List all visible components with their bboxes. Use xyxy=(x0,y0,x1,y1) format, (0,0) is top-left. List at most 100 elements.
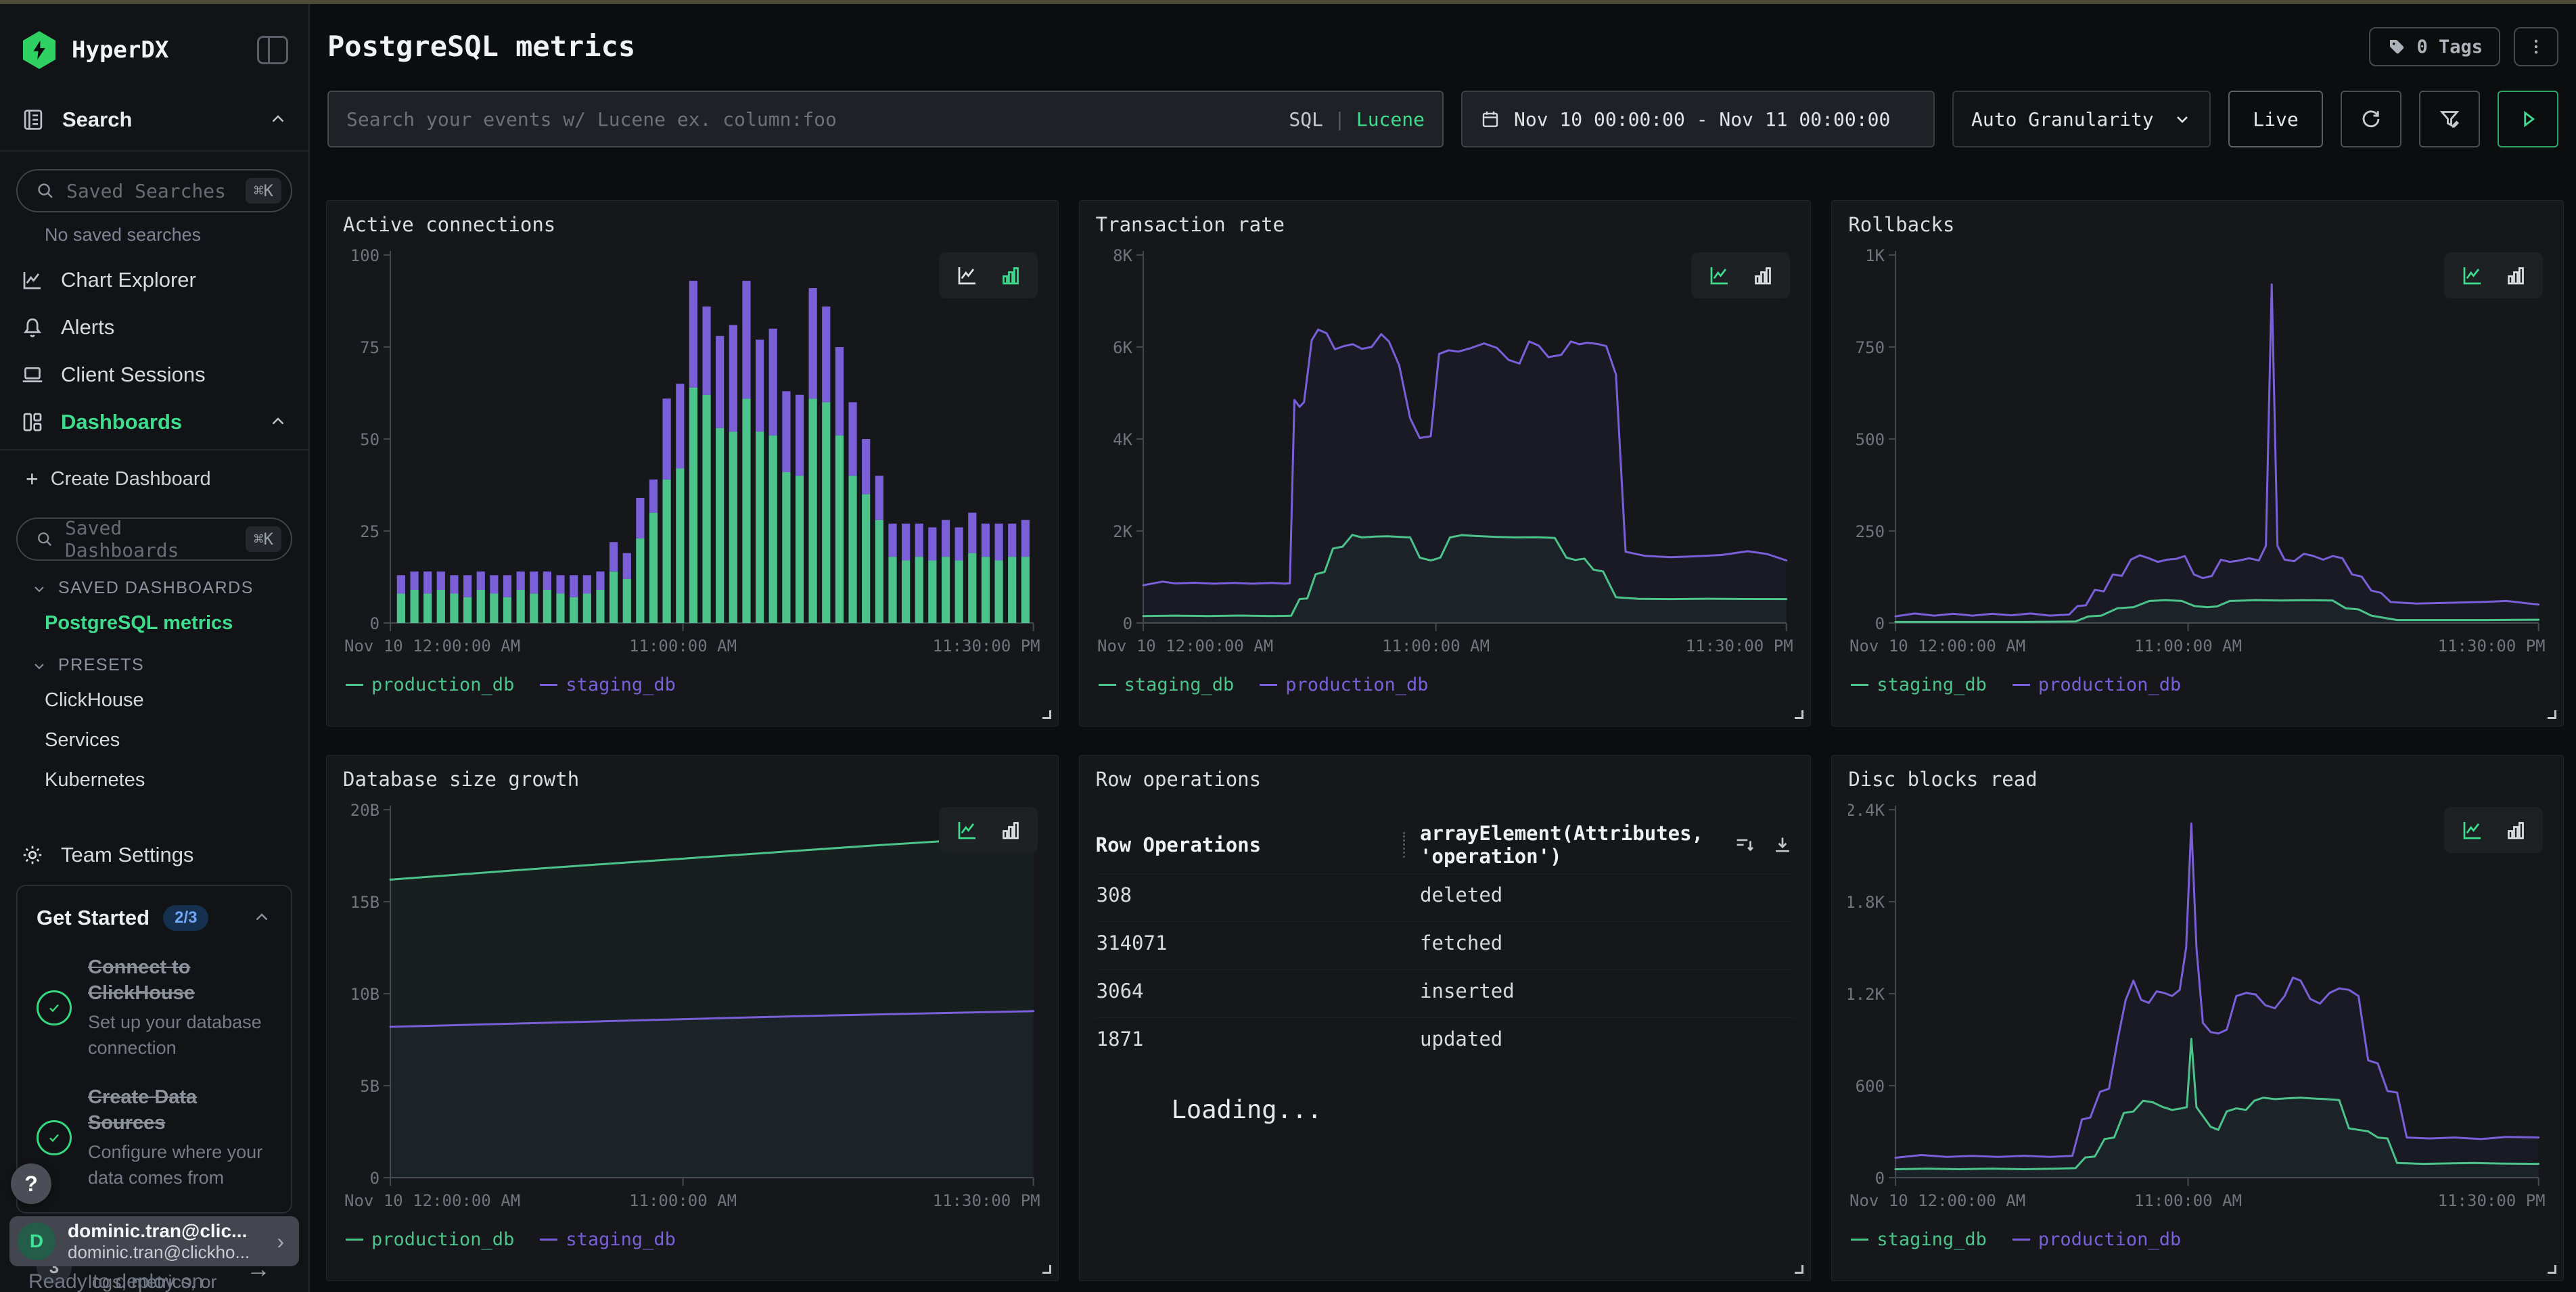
database-size-growth-chart[interactable]: 20B15B10B5B0Nov 10 12:00:00 AM11:00:00 A… xyxy=(343,798,1042,1212)
chart-title: Transaction rate xyxy=(1096,213,1795,236)
page-title: PostgreSQL metrics xyxy=(327,30,635,63)
user-account-button[interactable]: D dominic.tran@clic... dominic.tran@clic… xyxy=(9,1216,299,1266)
disc-blocks-read-chart[interactable]: 2.4K1.8K1.2K6000Nov 10 12:00:00 AM11:00:… xyxy=(1848,798,2547,1212)
legend-item[interactable]: production_db xyxy=(346,1229,514,1250)
table-row[interactable]: 314071 fetched xyxy=(1096,921,1795,964)
event-search-input[interactable]: Search your events w/ Lucene ex. column:… xyxy=(327,91,1444,147)
bar-chart-toggle-icon[interactable] xyxy=(2504,818,2528,842)
preset-clickhouse[interactable]: ClickHouse xyxy=(0,680,308,720)
get-started-header[interactable]: Get Started 2/3 xyxy=(37,905,272,931)
panel-menu-button[interactable] xyxy=(2514,27,2558,66)
granularity-select[interactable]: Auto Granularity xyxy=(1952,91,2211,147)
legend-item[interactable]: staging_db xyxy=(1851,674,1987,695)
table-row[interactable]: 3064 inserted xyxy=(1096,969,1795,1012)
legend-swatch xyxy=(2013,684,2030,686)
get-started-card: Get Started 2/3 Connect to ClickHouse Se… xyxy=(16,885,292,1214)
svg-text:Nov 10 12:00:00 AM: Nov 10 12:00:00 AM xyxy=(1097,637,1273,655)
chart-type-toggle xyxy=(1691,252,1790,298)
tags-button[interactable]: 0 Tags xyxy=(2369,27,2500,66)
mode-divider: | xyxy=(1334,108,1346,131)
chart-title: Rollbacks xyxy=(1848,213,2547,236)
line-chart-toggle-icon[interactable] xyxy=(1706,263,1733,287)
chevron-down-icon xyxy=(31,580,47,597)
column-header-row-operations[interactable]: Row Operations xyxy=(1096,833,1403,856)
lucene-mode-toggle[interactable]: Lucene xyxy=(1356,108,1425,131)
sql-mode-toggle[interactable]: SQL xyxy=(1289,108,1323,131)
get-started-step-connect[interactable]: Connect to ClickHouse Set up your databa… xyxy=(37,955,272,1061)
active-connections-chart[interactable]: 1007550250Nov 10 12:00:00 AM11:00:00 AM1… xyxy=(343,243,1042,657)
sidebar-item-alerts[interactable]: Alerts xyxy=(0,304,308,351)
svg-text:0: 0 xyxy=(1875,1169,1885,1188)
saved-dashboards-input[interactable]: Saved Dashboards ⌘K xyxy=(16,517,292,561)
run-query-button[interactable] xyxy=(2498,91,2558,147)
chart-type-toggle xyxy=(2444,252,2543,298)
section-presets[interactable]: PRESETS xyxy=(0,643,308,680)
legend-item[interactable]: staging_db xyxy=(540,674,676,695)
panel-transaction-rate: Transaction rate 8K6K4K2K0Nov 10 12:00:0… xyxy=(1079,200,1812,726)
svg-text:15B: 15B xyxy=(350,893,380,912)
bar-chart-toggle-icon[interactable] xyxy=(998,263,1023,287)
svg-text:250: 250 xyxy=(1856,522,1885,541)
journal-icon xyxy=(20,107,46,133)
date-range-value: Nov 10 00:00:00 - Nov 11 00:00:00 xyxy=(1514,108,1890,131)
sort-list-icon[interactable] xyxy=(1733,833,1756,856)
panel-resize-handle[interactable] xyxy=(1795,1265,1803,1274)
svg-text:4K: 4K xyxy=(1113,430,1132,449)
live-button[interactable]: Live xyxy=(2228,91,2323,147)
table-row[interactable]: 1871 updated xyxy=(1096,1017,1795,1060)
chart-title: Database size growth xyxy=(343,768,1042,791)
legend-item[interactable]: production_db xyxy=(346,674,514,695)
line-chart-toggle-icon[interactable] xyxy=(954,263,981,287)
chart-legend: staging_db production_db xyxy=(1099,674,1795,695)
refresh-button[interactable] xyxy=(2341,91,2401,147)
sidebar-collapse-icon[interactable] xyxy=(257,36,288,64)
saved-searches-input[interactable]: Saved Searches ⌘K xyxy=(16,169,292,212)
get-started-step-sources[interactable]: Create Data Sources Configure where your… xyxy=(37,1085,272,1191)
filter-button[interactable] xyxy=(2419,91,2480,147)
chevron-up-icon xyxy=(252,908,272,928)
preset-kubernetes[interactable]: Kubernetes xyxy=(0,760,308,800)
help-button[interactable]: ? xyxy=(11,1163,51,1204)
filter-funnel-icon xyxy=(2437,107,2462,131)
cell-operation: fetched xyxy=(1403,931,1794,954)
sidebar-item-search[interactable]: Search xyxy=(0,95,308,152)
sidebar-item-team-settings[interactable]: Team Settings xyxy=(0,831,308,879)
saved-dashboard-postgresql-metrics[interactable]: PostgreSQL metrics xyxy=(0,603,308,643)
legend-item[interactable]: production_db xyxy=(2013,1229,2181,1250)
bar-chart-toggle-icon[interactable] xyxy=(1751,263,1775,287)
chart-title: Active connections xyxy=(343,213,1042,236)
legend-item[interactable]: staging_db xyxy=(540,1229,676,1250)
download-icon[interactable] xyxy=(1771,833,1794,856)
table-row[interactable]: 308 deleted xyxy=(1096,873,1795,916)
transaction-rate-chart[interactable]: 8K6K4K2K0Nov 10 12:00:00 AM11:00:00 AM11… xyxy=(1096,243,1795,657)
sidebar-item-dashboards[interactable]: Dashboards xyxy=(0,398,308,451)
shortcut-badge: ⌘K xyxy=(246,178,281,204)
legend-item[interactable]: staging_db xyxy=(1099,674,1235,695)
column-resize-handle[interactable] xyxy=(1403,832,1405,858)
panel-rollbacks: Rollbacks 1K7505002500Nov 10 12:00:00 AM… xyxy=(1831,200,2564,726)
rollbacks-chart[interactable]: 1K7505002500Nov 10 12:00:00 AM11:00:00 A… xyxy=(1848,243,2547,657)
legend-item[interactable]: production_db xyxy=(1260,674,1428,695)
preset-services[interactable]: Services xyxy=(0,720,308,760)
chevron-up-icon xyxy=(268,412,288,432)
sidebar-item-client-sessions[interactable]: Client Sessions xyxy=(0,351,308,398)
line-chart-toggle-icon[interactable] xyxy=(2459,263,2486,287)
line-chart-toggle-icon[interactable] xyxy=(954,818,981,842)
bar-chart-toggle-icon[interactable] xyxy=(998,818,1023,842)
legend-item[interactable]: staging_db xyxy=(1851,1229,1987,1250)
chart-legend: production_db staging_db xyxy=(346,1229,1042,1250)
chart-type-toggle xyxy=(939,807,1038,853)
panel-resize-handle[interactable] xyxy=(2548,1265,2556,1274)
date-range-picker[interactable]: Nov 10 00:00:00 - Nov 11 00:00:00 xyxy=(1461,91,1935,147)
line-chart-toggle-icon[interactable] xyxy=(2459,818,2486,842)
section-saved-dashboards[interactable]: SAVED DASHBOARDS xyxy=(0,566,308,603)
panel-resize-handle[interactable] xyxy=(1042,710,1051,719)
bar-chart-toggle-icon[interactable] xyxy=(2504,263,2528,287)
column-header-operation[interactable]: arrayElement(Attributes, 'operation') xyxy=(1420,822,1733,868)
sidebar-item-chart-explorer[interactable]: Chart Explorer xyxy=(0,256,308,304)
legend-item[interactable]: production_db xyxy=(2013,674,2181,695)
create-dashboard-button[interactable]: + Create Dashboard xyxy=(0,451,308,500)
panel-resize-handle[interactable] xyxy=(1795,710,1803,719)
panel-resize-handle[interactable] xyxy=(2548,710,2556,719)
panel-resize-handle[interactable] xyxy=(1042,1265,1051,1274)
